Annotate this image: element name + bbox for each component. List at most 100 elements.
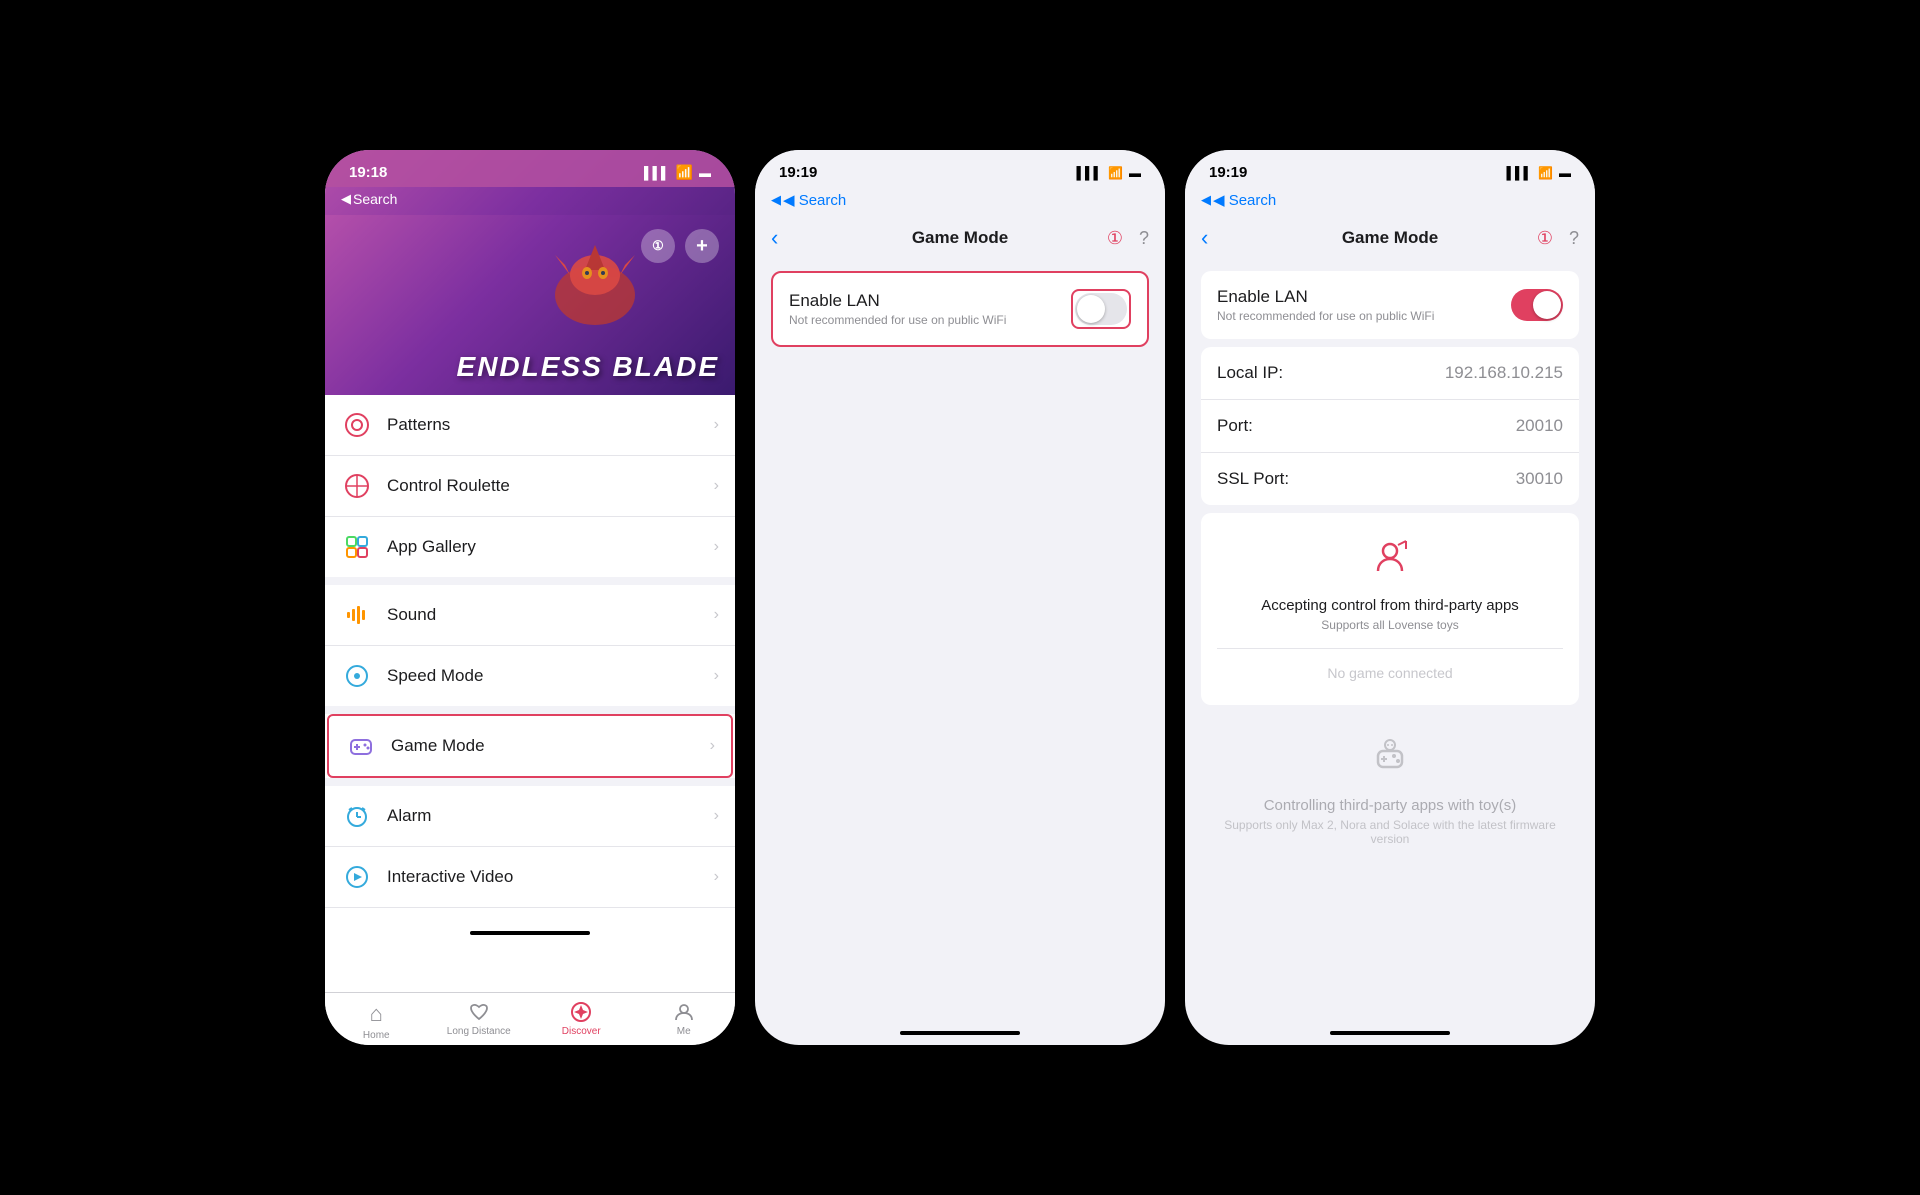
- menu-item-wish-list[interactable]: Wish List ›: [325, 908, 735, 925]
- home-indicator-2: [900, 1031, 1020, 1035]
- third-party-card: Accepting control from third-party apps …: [1201, 513, 1579, 705]
- menu-item-control-roulette[interactable]: Control Roulette ›: [325, 456, 735, 517]
- home-tab-icon: ⌂: [370, 1001, 383, 1027]
- alarm-label: Alarm: [387, 806, 714, 826]
- time-2: 19:19: [779, 164, 817, 181]
- ssl-port-label: SSL Port:: [1217, 469, 1516, 489]
- interactive-video-icon: [341, 861, 373, 893]
- lan-label-3: Enable LAN: [1217, 287, 1511, 307]
- app-gallery-label: App Gallery: [387, 537, 714, 557]
- port-value: 20010: [1516, 416, 1563, 436]
- tab-me[interactable]: Me: [633, 1001, 736, 1041]
- port-label: Port:: [1217, 416, 1516, 436]
- signal-icon-3: ▌▌▌: [1507, 166, 1533, 180]
- ssl-port-value: 30010: [1516, 469, 1563, 489]
- search-back-chevron-3: ◀: [1201, 192, 1211, 208]
- back-button-2[interactable]: ‹: [771, 225, 778, 251]
- add-button[interactable]: +: [685, 229, 719, 263]
- status-bar-3: 19:19 ▌▌▌ 📶 ▬: [1185, 150, 1595, 187]
- lan-toggle-3[interactable]: [1511, 289, 1563, 321]
- help-button-3[interactable]: ?: [1569, 228, 1579, 249]
- local-ip-label: Local IP:: [1217, 363, 1445, 383]
- app-gallery-icon: [341, 531, 373, 563]
- search-back-1: ◀ Search: [325, 187, 735, 215]
- discover-tab-label: Discover: [562, 1026, 601, 1037]
- interactive-video-chevron: ›: [714, 868, 719, 886]
- game-mode-chevron: ›: [710, 737, 715, 755]
- menu-section-game: Game Mode ›: [325, 714, 735, 778]
- third-party-title: Accepting control from third-party apps: [1261, 597, 1519, 614]
- patterns-label: Patterns: [387, 415, 714, 435]
- local-ip-value: 192.168.10.215: [1445, 363, 1563, 383]
- menu-item-interactive-video[interactable]: Interactive Video ›: [325, 847, 735, 908]
- control-card-icon: [1370, 737, 1410, 785]
- nav-header-2: ‹ Game Mode ① ?: [755, 217, 1165, 263]
- menu-item-app-gallery[interactable]: App Gallery ›: [325, 517, 735, 577]
- lan-row-3: Enable LAN Not recommended for use on pu…: [1201, 271, 1579, 339]
- port-row: Port: 20010: [1201, 400, 1579, 453]
- phone-screen-3: 19:19 ▌▌▌ 📶 ▬ ◀ ◀ Search ‹ Game Mode ① ?: [1185, 150, 1595, 1045]
- menu-item-sound[interactable]: Sound ›: [325, 585, 735, 646]
- patterns-icon: [341, 409, 373, 441]
- menu-item-alarm[interactable]: Alarm ›: [325, 786, 735, 847]
- nav-actions-2: ① ?: [1107, 228, 1149, 249]
- sound-label: Sound: [387, 605, 714, 625]
- search-back-chevron-2: ◀: [771, 192, 781, 208]
- me-tab-label: Me: [677, 1026, 691, 1037]
- discover-tab-icon: [570, 1001, 592, 1023]
- lan-section-3: Enable LAN Not recommended for use on pu…: [1201, 271, 1579, 339]
- search-back-2: ◀ ◀ Search: [755, 187, 1165, 217]
- menu-section-sound: Sound › Speed Mode ›: [325, 585, 735, 706]
- tab-long-distance[interactable]: Long Distance: [428, 1001, 531, 1041]
- patterns-chevron: ›: [714, 416, 719, 434]
- lan-toggle-2[interactable]: [1075, 293, 1127, 325]
- menu-section-alarm: Alarm › Interactive Video › Wish Lis: [325, 786, 735, 925]
- tab-home[interactable]: ⌂ Home: [325, 1001, 428, 1041]
- search-back-text-2[interactable]: ◀ Search: [783, 191, 846, 209]
- lan-sublabel-3: Not recommended for use on public WiFi: [1217, 309, 1511, 323]
- battery-icon-3: ▬: [1559, 166, 1571, 180]
- sound-icon: [341, 599, 373, 631]
- control-roulette-icon: [341, 470, 373, 502]
- lan-section-highlighted: Enable LAN Not recommended for use on pu…: [771, 271, 1149, 347]
- control-card: Controlling third-party apps with toy(s)…: [1201, 713, 1579, 870]
- lan-sublabel-2: Not recommended for use on public WiFi: [789, 313, 1071, 327]
- control-card-title: Controlling third-party apps with toy(s): [1264, 797, 1517, 814]
- help-button-2[interactable]: ?: [1139, 228, 1149, 249]
- control-roulette-label: Control Roulette: [387, 476, 714, 496]
- menu-item-game-mode[interactable]: Game Mode ›: [327, 714, 733, 778]
- game-mode-icon: [345, 730, 377, 762]
- time-3: 19:19: [1209, 164, 1247, 181]
- toggle-knob-3: [1533, 291, 1561, 319]
- third-party-status: No game connected: [1217, 648, 1563, 681]
- profile-icon-3[interactable]: ①: [1537, 228, 1553, 249]
- wifi-icon-1: 📶: [676, 164, 693, 181]
- menu-item-speed-mode[interactable]: Speed Mode ›: [325, 646, 735, 706]
- toggle-wrapper-2: [1071, 289, 1131, 329]
- phone-screen-2: 19:19 ▌▌▌ 📶 ▬ ◀ ◀ Search ‹ Game Mode ① ?: [755, 150, 1165, 1045]
- speed-mode-label: Speed Mode: [387, 666, 714, 686]
- time-1: 19:18: [349, 164, 387, 181]
- profile-button[interactable]: ①: [641, 229, 675, 263]
- speed-mode-chevron: ›: [714, 667, 719, 685]
- battery-icon-2: ▬: [1129, 166, 1141, 180]
- third-party-subtitle: Supports all Lovense toys: [1321, 618, 1458, 632]
- wifi-icon-3: 📶: [1538, 166, 1553, 180]
- wifi-icon-2: 📶: [1108, 166, 1123, 180]
- long-distance-tab-icon: [468, 1001, 490, 1023]
- tab-bar: ⌂ Home Long Distance Discover Me: [325, 992, 735, 1045]
- menu-item-patterns[interactable]: Patterns ›: [325, 395, 735, 456]
- hero-title: ENDLESS BLADE: [457, 351, 719, 383]
- alarm-chevron: ›: [714, 807, 719, 825]
- network-section: Local IP: 192.168.10.215 Port: 20010 SSL…: [1201, 347, 1579, 505]
- tab-discover[interactable]: Discover: [530, 1001, 633, 1041]
- app-gallery-chevron: ›: [714, 538, 719, 556]
- signal-icon-1: ▌▌▌: [644, 166, 670, 180]
- back-chevron-2: ‹: [771, 225, 778, 251]
- speed-mode-icon: [341, 660, 373, 692]
- phone-screen-1: 19:18 ▌▌▌ 📶 ▬ ◀ Search: [325, 150, 735, 1045]
- back-button-3[interactable]: ‹: [1201, 225, 1208, 251]
- dragon-illustration: [535, 225, 655, 345]
- search-back-text-3[interactable]: ◀ Search: [1213, 191, 1276, 209]
- profile-icon-2[interactable]: ①: [1107, 228, 1123, 249]
